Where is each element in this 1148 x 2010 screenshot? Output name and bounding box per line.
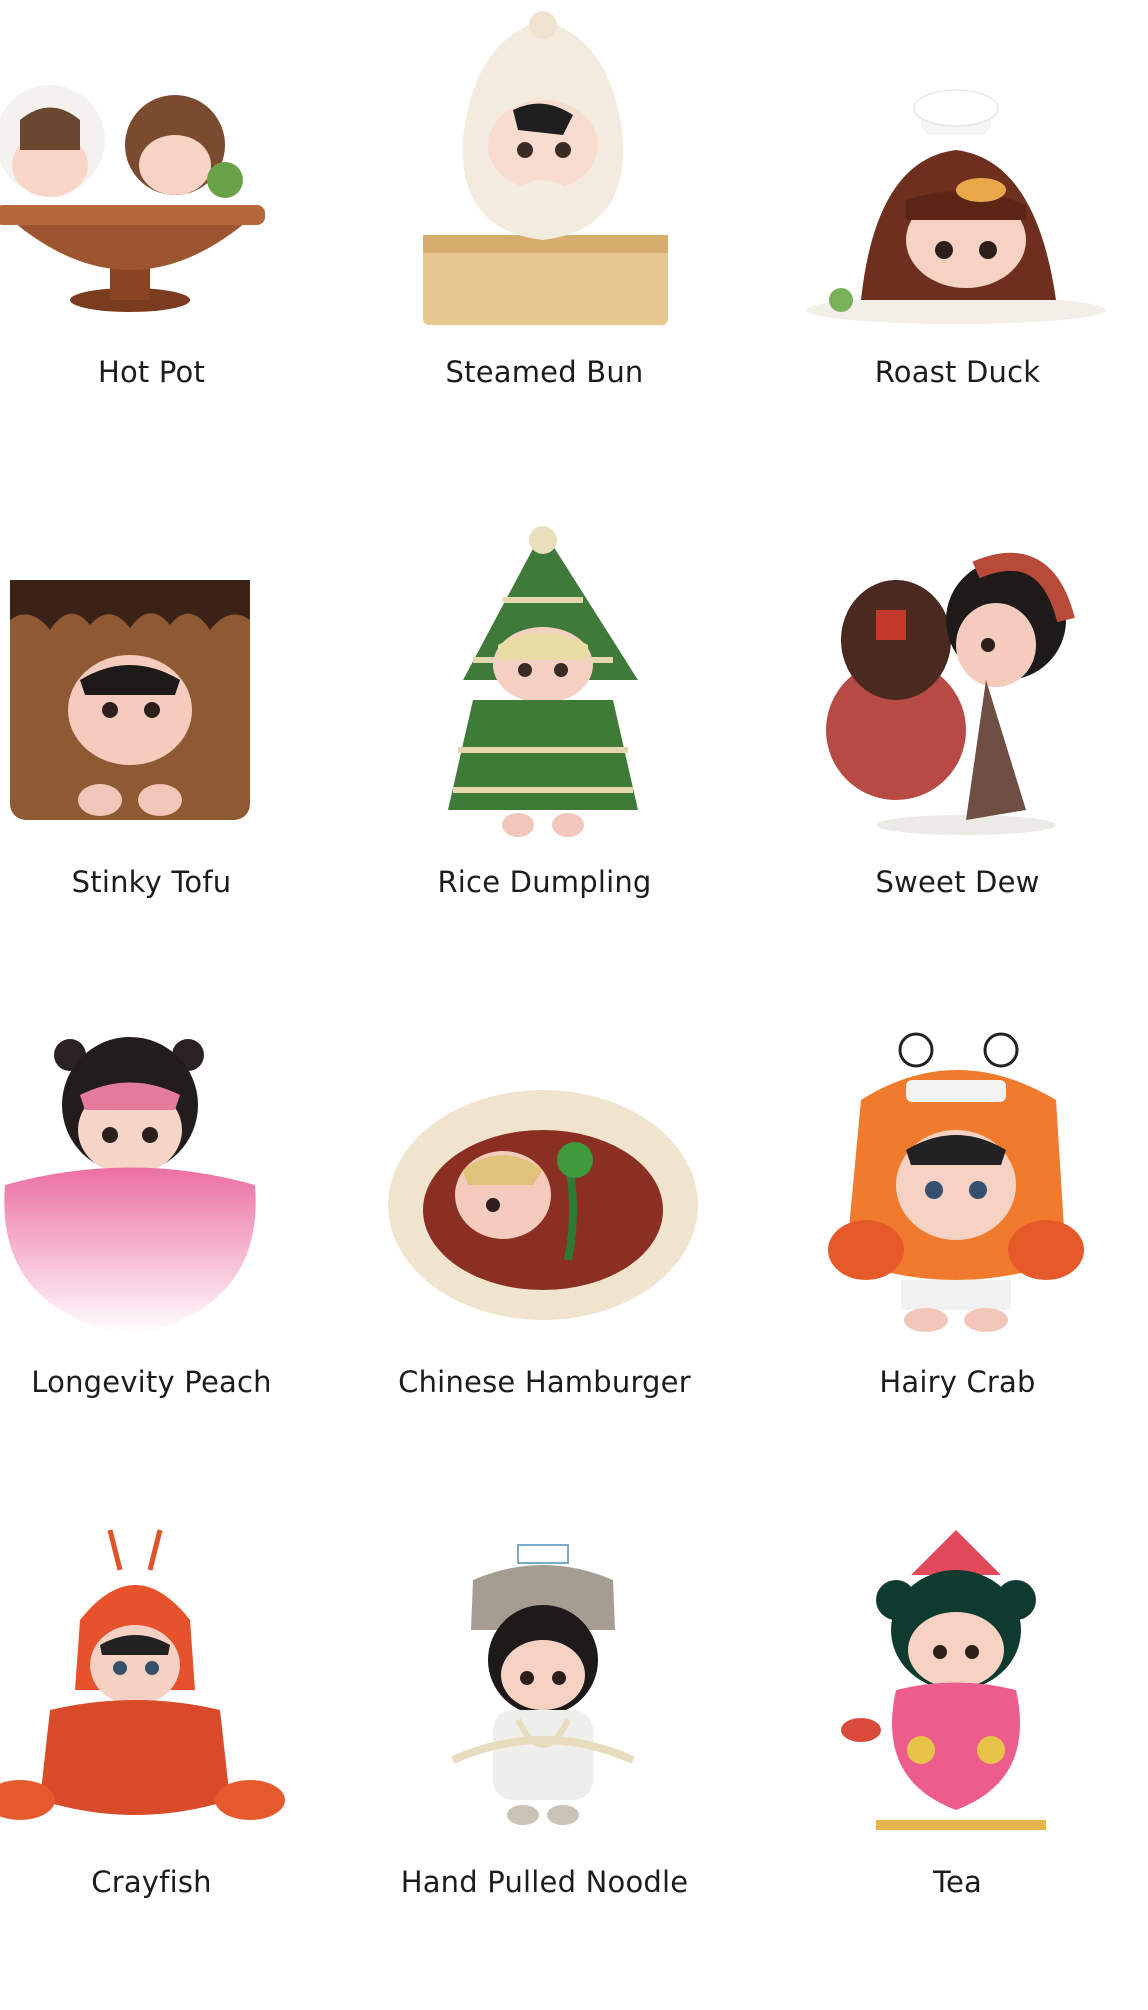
figure-card-hand-pulled-noodle[interactable]: Hand Pulled Noodle [353, 1510, 736, 2010]
figure-image-tea [766, 1510, 1148, 1850]
figure-label: Hairy Crab [879, 1365, 1036, 1399]
figure-image-roast-duck [766, 0, 1148, 340]
figure-label: Tea [933, 1865, 982, 1899]
figure-label: Steamed Bun [445, 355, 644, 389]
figure-image-longevity-peach [0, 1010, 343, 1350]
figure-image-hairy-crab [766, 1010, 1148, 1350]
figure-image-rice-dumpling [353, 510, 736, 850]
figure-image-hand-pulled-noodle [353, 1510, 736, 1850]
figure-card-steamed-bun[interactable]: Steamed Bun [353, 0, 736, 500]
figure-image-hot-pot [0, 0, 343, 340]
figure-card-crayfish[interactable]: Crayfish [0, 1510, 343, 2010]
figure-card-tea[interactable]: Tea [766, 1510, 1148, 2010]
figure-label: Rice Dumpling [437, 865, 652, 899]
figure-card-stinky-tofu[interactable]: Stinky Tofu [0, 510, 343, 1010]
figure-label: Roast Duck [874, 355, 1041, 389]
figure-label: Stinky Tofu [71, 865, 232, 899]
figure-label: Sweet Dew [875, 865, 1040, 899]
figure-image-sweet-dew [766, 510, 1148, 850]
figure-label: Crayfish [91, 1865, 212, 1899]
figure-grid: Hot Pot Steamed Bun Roast Duck Stinky To… [0, 0, 1148, 1951]
figure-label: Longevity Peach [31, 1365, 272, 1399]
figure-card-hot-pot[interactable]: Hot Pot [0, 0, 343, 500]
figure-label: Hot Pot [97, 355, 206, 389]
figure-label: Chinese Hamburger [398, 1365, 691, 1399]
figure-card-roast-duck[interactable]: Roast Duck [766, 0, 1148, 500]
figure-image-steamed-bun [353, 0, 736, 340]
figure-card-rice-dumpling[interactable]: Rice Dumpling [353, 510, 736, 1010]
figure-card-longevity-peach[interactable]: Longevity Peach [0, 1010, 343, 1510]
figure-label: Hand Pulled Noodle [400, 1865, 689, 1899]
figure-image-stinky-tofu [0, 510, 343, 850]
figure-image-crayfish [0, 1510, 343, 1850]
figure-card-hairy-crab[interactable]: Hairy Crab [766, 1010, 1148, 1510]
figure-card-chinese-hamburger[interactable]: Chinese Hamburger [353, 1010, 736, 1510]
figure-image-chinese-hamburger [353, 1010, 736, 1350]
figure-card-sweet-dew[interactable]: Sweet Dew [766, 510, 1148, 1010]
